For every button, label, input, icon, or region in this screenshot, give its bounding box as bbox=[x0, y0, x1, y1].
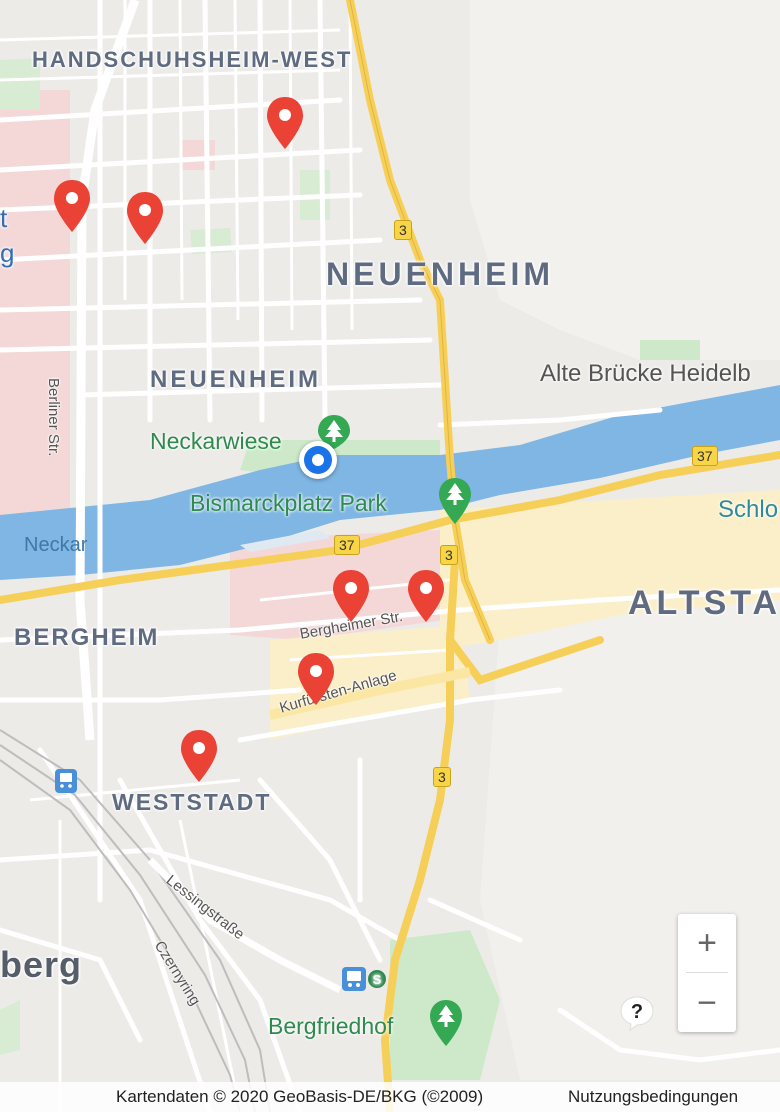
map-base-layer bbox=[0, 0, 780, 1112]
place-bergfriedhof[interactable]: Bergfriedhof bbox=[268, 1013, 393, 1040]
map-pin-icon[interactable] bbox=[52, 178, 92, 234]
map-pin-icon[interactable] bbox=[406, 568, 446, 624]
tree-icon bbox=[439, 478, 471, 524]
svg-text:S: S bbox=[373, 972, 382, 987]
place-alte-bruecke[interactable]: Alte Brücke Heidelb bbox=[540, 360, 751, 388]
map-pin-icon[interactable] bbox=[265, 95, 305, 151]
road-shield-b3: 3 bbox=[440, 545, 458, 565]
road-shield-b37: 37 bbox=[692, 446, 718, 466]
street-berliner-str: Berliner Str. bbox=[45, 378, 62, 457]
district-altstadt: ALTSTA bbox=[628, 584, 780, 622]
place-schloss[interactable]: Schlo bbox=[718, 496, 778, 524]
zoom-in-button[interactable]: + bbox=[678, 914, 736, 972]
map-canvas[interactable]: HANDSCHUHSHEIM-WEST NEUENHEIM NEUENHEIM … bbox=[0, 0, 780, 1112]
road-shield-b3: 3 bbox=[394, 220, 412, 240]
s-bahn-icon: S bbox=[368, 970, 386, 988]
zoom-controls: + − bbox=[678, 914, 736, 1032]
district-neuenheim: NEUENHEIM bbox=[150, 366, 322, 393]
river-neckar-label: Neckar bbox=[24, 534, 88, 556]
map-attribution-bar: Kartendaten © 2020 GeoBasis-DE/BKG (©200… bbox=[0, 1082, 780, 1112]
district-handschuhsheim-west: HANDSCHUHSHEIM-WEST bbox=[32, 47, 353, 72]
road-shield-b37: 37 bbox=[334, 535, 360, 555]
map-pin-icon[interactable] bbox=[125, 190, 165, 246]
map-data-attribution: Kartendaten © 2020 GeoBasis-DE/BKG (©200… bbox=[116, 1087, 484, 1106]
zoom-divider bbox=[686, 972, 728, 973]
place-bismarckplatz-park[interactable]: Bismarckplatz Park bbox=[190, 490, 387, 517]
train-station-icon bbox=[342, 967, 366, 991]
place-partial-t: t bbox=[0, 203, 8, 233]
help-icon: ? bbox=[631, 1001, 643, 1023]
district-neuenheim-main: NEUENHEIM bbox=[326, 256, 555, 292]
place-neckarwiese[interactable]: Neckarwiese bbox=[150, 428, 282, 455]
current-location-icon[interactable] bbox=[299, 441, 337, 479]
train-station-icon bbox=[55, 769, 77, 793]
zoom-out-button[interactable]: − bbox=[678, 974, 736, 1032]
map-pin-icon[interactable] bbox=[179, 728, 219, 784]
terms-link[interactable]: Nutzungsbedingungen bbox=[568, 1087, 738, 1107]
place-partial-g: g bbox=[0, 238, 15, 268]
map-pin-icon[interactable] bbox=[331, 568, 371, 624]
district-partial-left: berg bbox=[0, 944, 83, 985]
district-bergheim: BERGHEIM bbox=[14, 624, 160, 651]
map-pin-icon[interactable] bbox=[296, 651, 336, 707]
road-shield-b3: 3 bbox=[433, 767, 451, 787]
tree-icon bbox=[430, 1000, 462, 1046]
district-weststadt: WESTSTADT bbox=[112, 789, 272, 815]
help-button[interactable]: ? bbox=[618, 994, 656, 1032]
